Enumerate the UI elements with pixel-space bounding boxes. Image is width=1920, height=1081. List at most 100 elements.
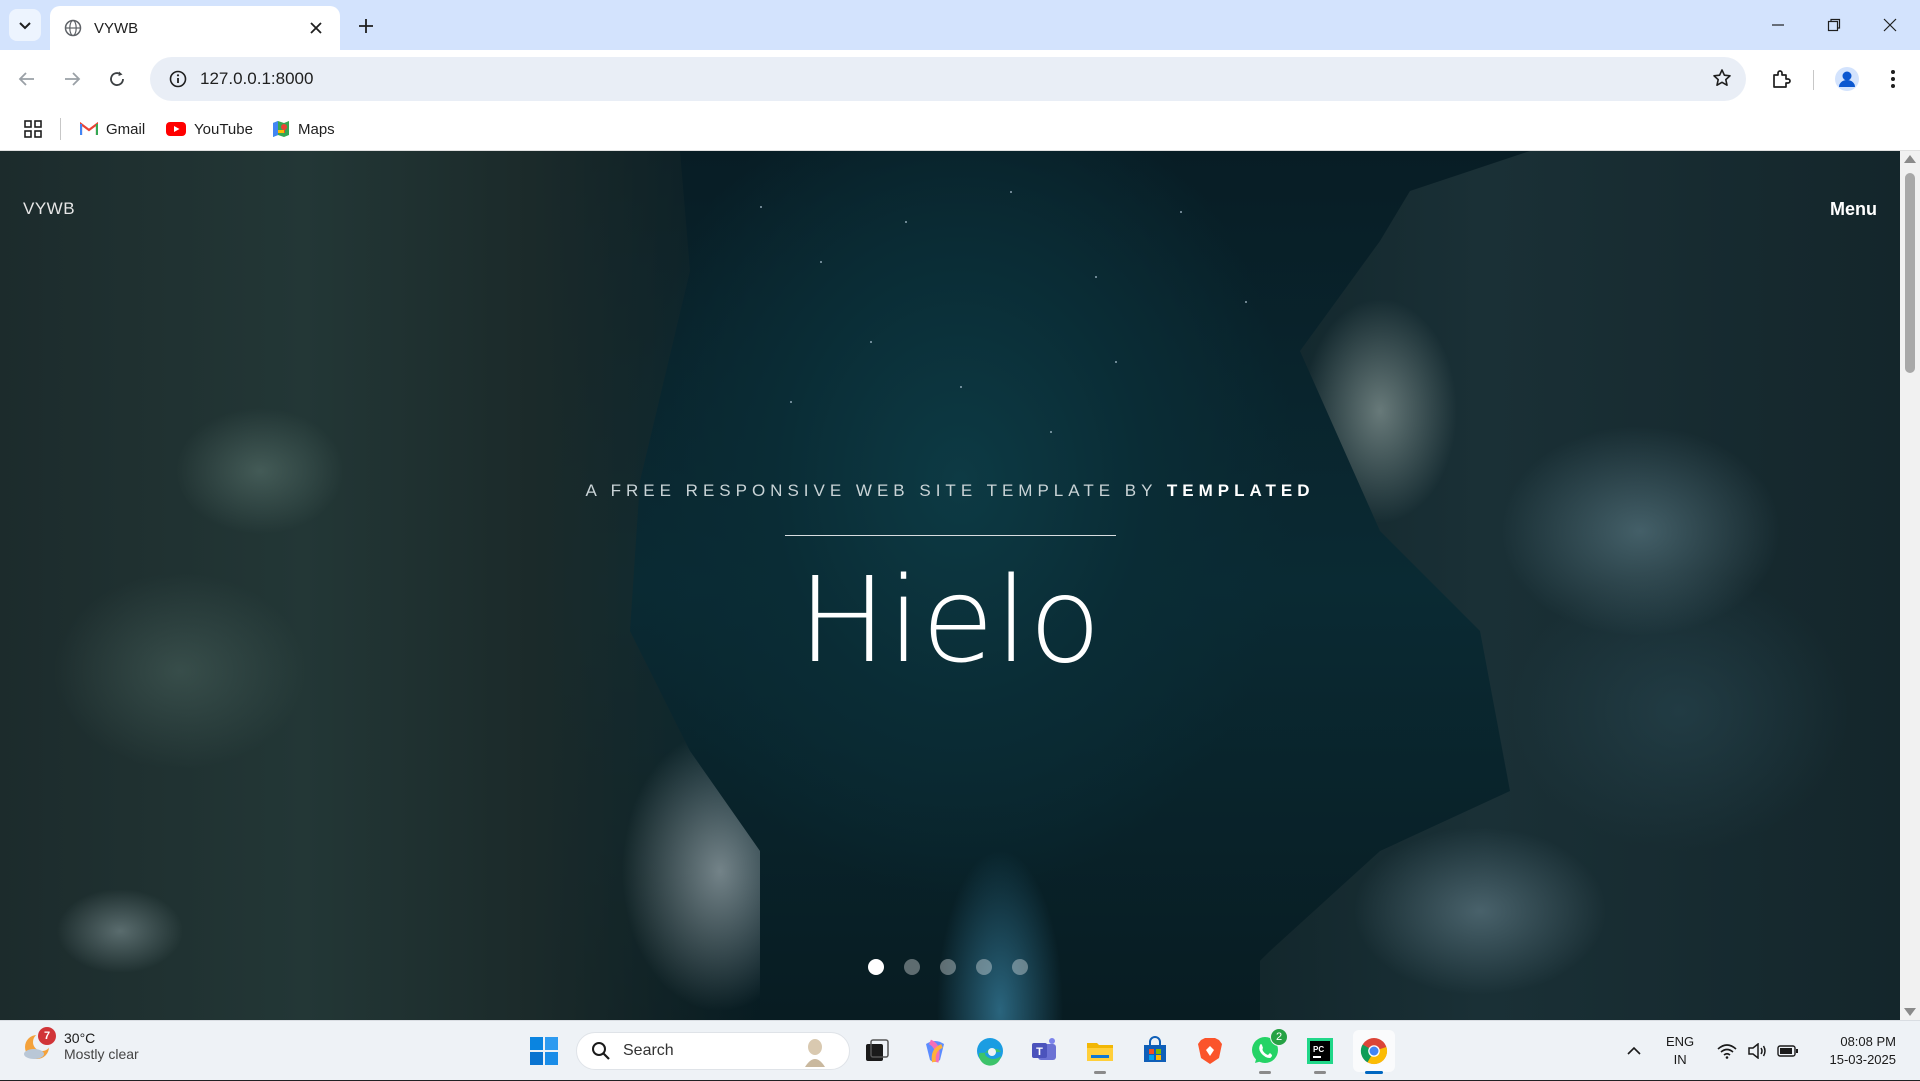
- edge-icon: [977, 1038, 1003, 1066]
- chrome-button[interactable]: [1353, 1030, 1395, 1074]
- lang-line-2: IN: [1673, 1052, 1687, 1067]
- show-hidden-icons-button[interactable]: [1620, 1021, 1648, 1081]
- search-placeholder: Search: [623, 1042, 674, 1059]
- address-bar[interactable]: 127.0.0.1:8000: [150, 57, 1746, 101]
- weather-moon-icon: 7: [22, 1027, 56, 1063]
- running-indicator: [1365, 1071, 1383, 1074]
- apps-button[interactable]: [20, 116, 46, 142]
- running-indicator: [1094, 1071, 1106, 1074]
- new-tab-button[interactable]: [352, 12, 380, 40]
- chevron-up-icon: [1627, 1046, 1641, 1055]
- bookmark-label: Gmail: [106, 120, 146, 138]
- weather-widget[interactable]: 7 30°C Mostly clear: [22, 1027, 139, 1063]
- bookmark-gmail[interactable]: Gmail: [80, 114, 145, 144]
- bookmark-youtube[interactable]: YouTube: [166, 114, 253, 144]
- running-indicator: [1314, 1071, 1326, 1074]
- windows-logo-icon: [530, 1037, 558, 1065]
- back-button[interactable]: [11, 63, 43, 95]
- chrome-icon: [1360, 1038, 1388, 1065]
- scroll-down-arrow-icon[interactable]: [1904, 1008, 1916, 1016]
- slider-dot-4[interactable]: [976, 959, 992, 975]
- tab-strip: VYWB: [0, 0, 1920, 50]
- toolbar-divider: [1813, 70, 1814, 90]
- folder-icon: [1087, 1043, 1113, 1061]
- apps-grid-icon: [24, 120, 42, 138]
- close-window-button[interactable]: [1862, 0, 1918, 50]
- slider-dot-2[interactable]: [904, 959, 920, 975]
- tab-title: VYWB: [94, 19, 139, 37]
- minimize-icon: [1772, 24, 1784, 26]
- back-arrow-icon: [18, 72, 34, 86]
- bookmarks-bar: Gmail YouTube Maps: [0, 108, 1920, 151]
- slider-dot-3[interactable]: [940, 959, 956, 975]
- gmail-icon: [80, 122, 98, 135]
- hero-kicker-text: A FREE RESPONSIVE WEB SITE TEMPLATE BY: [585, 481, 1158, 500]
- weather-condition: Mostly clear: [64, 1046, 139, 1062]
- chevron-down-icon: [19, 22, 31, 30]
- globe-icon: [64, 19, 82, 37]
- lang-line-1: ENG: [1666, 1034, 1695, 1049]
- avatar-icon: [1835, 67, 1859, 91]
- restore-icon: [1827, 18, 1841, 32]
- browser-toolbar: 127.0.0.1:8000: [0, 50, 1920, 108]
- input-language-indicator[interactable]: ENG IN: [1666, 1033, 1694, 1069]
- speaker-icon: [1748, 1043, 1766, 1059]
- chrome-menu-button[interactable]: [1877, 63, 1909, 95]
- store-button[interactable]: [1134, 1030, 1176, 1072]
- hero-divider: [785, 535, 1116, 536]
- hero-headline: Hielo: [797, 551, 1103, 689]
- file-explorer-button[interactable]: [1079, 1030, 1121, 1074]
- hero-kicker-brand[interactable]: TEMPLATED: [1167, 481, 1315, 500]
- minimize-button[interactable]: [1750, 0, 1806, 50]
- teams-button[interactable]: T: [1024, 1030, 1066, 1072]
- brave-icon: [1198, 1038, 1222, 1064]
- tab-search-button[interactable]: [9, 9, 41, 41]
- weather-alert-badge: 7: [38, 1027, 56, 1045]
- task-view-icon: [866, 1039, 889, 1061]
- wifi-icon: [1717, 1044, 1737, 1059]
- youtube-icon: [166, 122, 186, 136]
- clock-date: 15-03-2025: [1829, 1052, 1897, 1067]
- battery-status[interactable]: [1774, 1021, 1802, 1081]
- tab-close-icon[interactable]: [306, 18, 326, 38]
- profile-button[interactable]: [1831, 63, 1863, 95]
- task-view-button[interactable]: [856, 1030, 898, 1072]
- bookmark-star-icon[interactable]: [1712, 68, 1732, 93]
- site-info-icon[interactable]: [156, 70, 200, 88]
- whatsapp-button[interactable]: 2: [1244, 1028, 1288, 1074]
- url-text: 127.0.0.1:8000: [200, 69, 314, 88]
- search-icon: [592, 1042, 610, 1060]
- hero-banner: A FREE RESPONSIVE WEB SITE TEMPLATE BY T…: [0, 151, 1900, 1020]
- slider-pagination: [868, 959, 1028, 975]
- pycharm-button[interactable]: PC: [1299, 1030, 1341, 1074]
- scrollbar-thumb[interactable]: [1905, 173, 1915, 373]
- wifi-status[interactable]: [1714, 1021, 1740, 1081]
- start-button[interactable]: [523, 1030, 565, 1072]
- copilot-button[interactable]: [914, 1030, 956, 1072]
- bookmark-maps[interactable]: Maps: [272, 114, 335, 144]
- maps-icon: [273, 121, 289, 137]
- taskbar-search[interactable]: Search: [576, 1032, 850, 1070]
- edge-button[interactable]: [969, 1030, 1011, 1072]
- scroll-up-arrow-icon[interactable]: [1904, 155, 1916, 163]
- volume-status[interactable]: [1744, 1021, 1770, 1081]
- restore-button[interactable]: [1806, 0, 1862, 50]
- system-clock[interactable]: 08:08 PM 15-03-2025: [1816, 1033, 1897, 1069]
- bookmark-label: YouTube: [194, 120, 253, 138]
- page-scrollbar[interactable]: [1900, 151, 1920, 1020]
- close-icon: [1883, 18, 1897, 32]
- reload-button[interactable]: [101, 63, 133, 95]
- plus-icon: [359, 19, 373, 33]
- bookmarks-divider: [60, 118, 61, 140]
- browser-tab[interactable]: VYWB: [50, 6, 340, 50]
- svg-text:PC: PC: [1313, 1045, 1324, 1054]
- teams-icon: T: [1032, 1038, 1056, 1060]
- slider-dot-5[interactable]: [1012, 959, 1028, 975]
- forward-button[interactable]: [56, 63, 88, 95]
- slider-dot-1[interactable]: [868, 959, 884, 975]
- puzzle-icon: [1773, 70, 1791, 88]
- brave-button[interactable]: [1189, 1030, 1231, 1072]
- extensions-button[interactable]: [1765, 63, 1797, 95]
- reload-icon: [110, 71, 124, 86]
- weather-temperature: 30°C: [64, 1030, 96, 1046]
